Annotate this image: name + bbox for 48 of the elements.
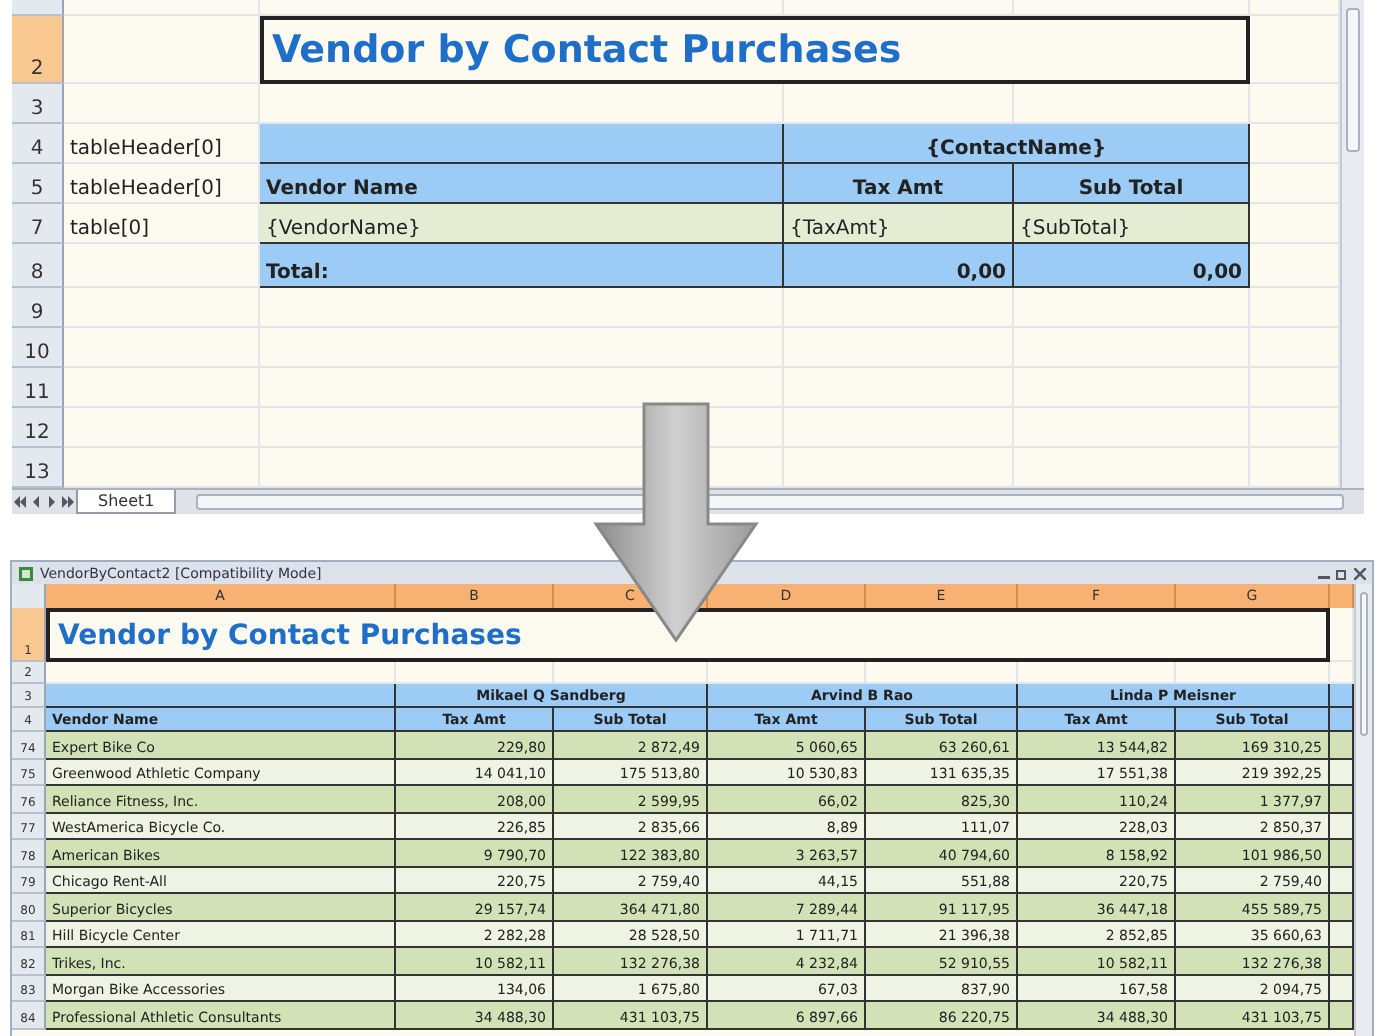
table-cell [1330,813,1354,840]
header-cell [1330,684,1354,708]
vertical-scrollbar[interactable] [1354,584,1372,1036]
header-cell: {ContactName} [784,124,1250,164]
sheet-title: Vendor by Contact Purchases [46,608,1330,662]
header-cell: Total: [260,244,784,288]
row-header: 4 [12,124,64,164]
row-header: 13 [12,448,64,488]
sheet-title: Vendor by Contact Purchases [260,16,1250,84]
spreadsheet-icon [18,565,34,581]
table-cell [1330,732,1354,759]
close-icon[interactable] [1354,567,1366,579]
scroll-thumb[interactable] [1346,8,1360,152]
row-header: 12 [12,408,64,448]
row-header: 8 [12,244,64,288]
table-cell: {SubTotal} [1014,204,1250,244]
table-cell [1330,840,1354,867]
row-header: 7 [12,204,64,244]
restore-icon[interactable] [1336,567,1348,579]
horizontal-scrollbar[interactable] [196,494,1344,510]
scroll-thumb[interactable] [1360,592,1368,736]
header-cell [1330,708,1354,732]
table-cell [1330,894,1354,921]
row-header [12,0,64,16]
row-header: 3 [12,84,64,124]
table-cell [1330,867,1354,894]
scroll-right-icon[interactable] [60,490,76,514]
header-cell: Tax Amt [784,164,1014,204]
row-header: 2 [12,16,64,84]
row-header: 5 [12,164,64,204]
header-cell: 0,00 [1014,244,1250,288]
table-cell [1330,1002,1354,1029]
row-header: 9 [12,288,64,328]
table-cell: {TaxAmt} [784,204,1014,244]
row-header: 10 [12,328,64,368]
table-cell [1330,975,1354,1002]
row-header: 11 [12,368,64,408]
table-cell: {VendorName} [260,204,784,244]
header-cell: 0,00 [784,244,1014,288]
header-cell: Vendor Name [260,164,784,204]
table-cell [1330,921,1354,948]
table-cell [1330,786,1354,813]
scroll-right-icon[interactable] [44,490,60,514]
vertical-scrollbar[interactable] [1340,0,1364,488]
table-cell [1330,759,1354,786]
header-cell: Sub Total [1014,164,1250,204]
sheet-tab[interactable]: Sheet1 [76,490,177,514]
table-cell [1330,948,1354,975]
